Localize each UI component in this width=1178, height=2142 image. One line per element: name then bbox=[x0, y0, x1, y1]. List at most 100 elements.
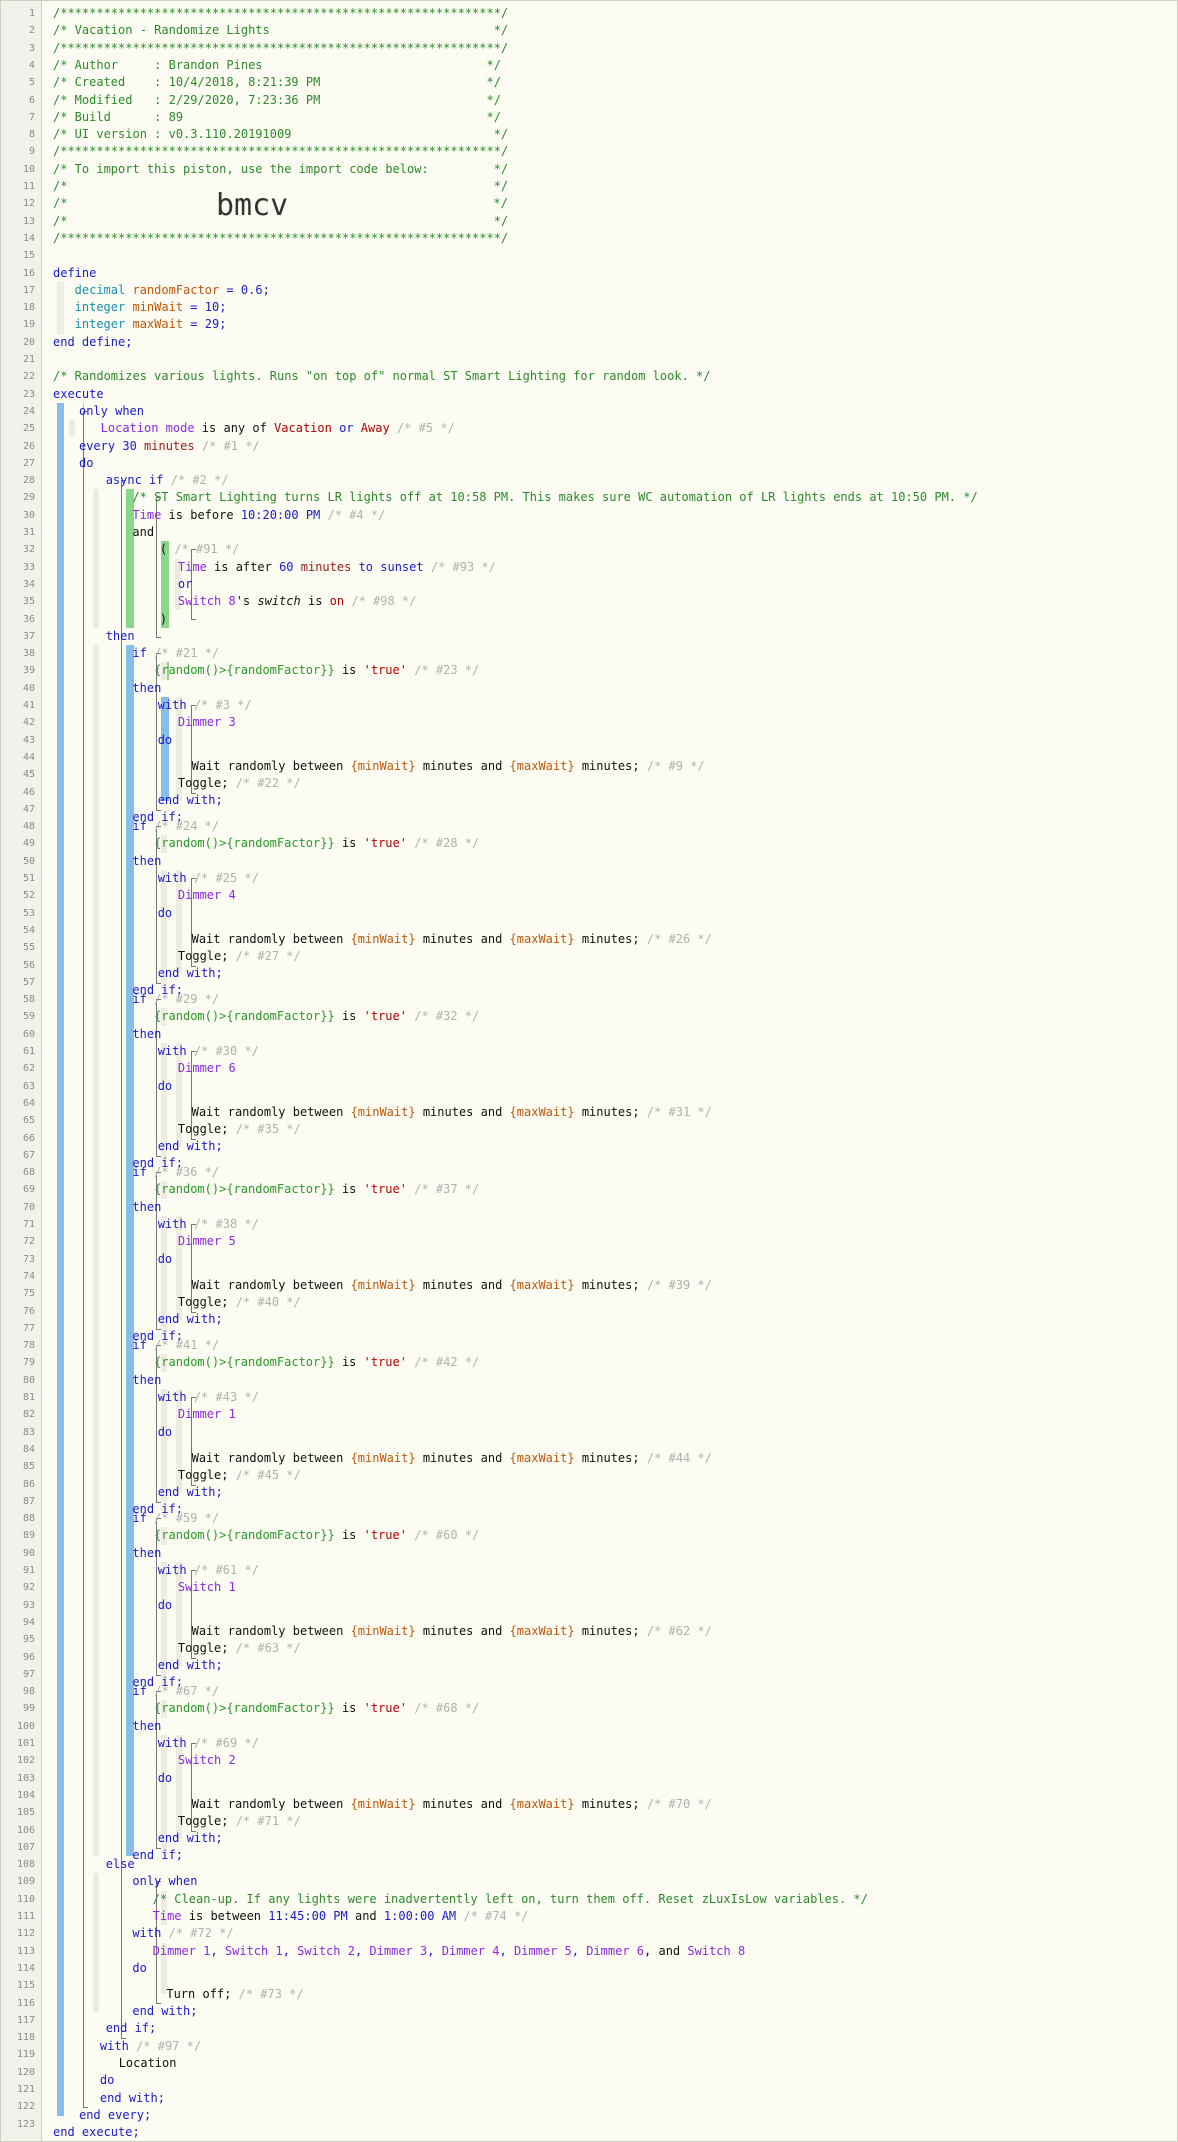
text: minutes; bbox=[581, 1450, 640, 1465]
code-line: {random()>{randomFactor}} is 'true' /* #… bbox=[154, 1008, 479, 1025]
statement-id: /* #1 */ bbox=[201, 438, 260, 453]
device-name[interactable]: Dimmer 4 bbox=[178, 888, 236, 902]
header-line: /* Created : 10/4/2018, 8:21:39 PM */ bbox=[53, 74, 501, 91]
header-line: /* To import this piston, use the import… bbox=[53, 161, 508, 178]
device-name[interactable]: Dimmer 6 bbox=[586, 1944, 644, 1958]
statement-id: /* #21 */ bbox=[154, 646, 220, 661]
else-fade-bar bbox=[93, 1873, 99, 2012]
code-line: Switch 8's switch is on /* #98 */ bbox=[178, 593, 416, 610]
do-keyword: do bbox=[157, 1078, 173, 1093]
header-border: /***************************************… bbox=[53, 40, 509, 55]
text: minutes and bbox=[422, 931, 503, 946]
header-border: /***************************************… bbox=[53, 144, 509, 159]
value-on: on bbox=[329, 594, 345, 609]
wait-action: Wait randomly between bbox=[191, 1623, 344, 1638]
equals: = bbox=[190, 300, 198, 315]
statement-id: /* #91 */ bbox=[174, 542, 240, 557]
wait-action: Wait randomly between bbox=[191, 1796, 344, 1811]
device-name[interactable]: Dimmer 5 bbox=[514, 1944, 572, 1958]
toggle-action: Toggle; bbox=[177, 1640, 229, 1655]
statement-id: /* #59 */ bbox=[154, 1511, 220, 1526]
code-line: {random()>{randomFactor}} is 'true' /* #… bbox=[154, 835, 479, 852]
statement-id: /* #35 */ bbox=[235, 1121, 301, 1136]
build-line: /* Build : 89 */ bbox=[53, 109, 501, 124]
device-name[interactable]: Dimmer 5 bbox=[178, 1234, 236, 1248]
statement-id: /* #9 */ bbox=[646, 758, 705, 773]
statement-id: /* #24 */ bbox=[154, 819, 220, 834]
statement-id: /* #41 */ bbox=[154, 1338, 220, 1353]
with-keyword: with bbox=[157, 1390, 187, 1404]
device-name[interactable]: Dimmer 3 bbox=[369, 1944, 427, 1958]
operator: is bbox=[341, 836, 357, 851]
var-type: integer bbox=[74, 300, 126, 315]
code-line: Dimmer 6 bbox=[178, 1060, 236, 1077]
code-line: {random()>{randomFactor}} is 'true' /* #… bbox=[154, 1354, 479, 1371]
attribute: switch bbox=[257, 594, 301, 609]
device-name[interactable]: Switch 2 bbox=[297, 1944, 355, 1958]
code-line: do bbox=[158, 1078, 172, 1095]
code-line: Dimmer 5 bbox=[178, 1233, 236, 1250]
do-keyword: do bbox=[157, 905, 173, 920]
code-line: ( /* #91 */ bbox=[160, 541, 240, 558]
toggle-action: Toggle; bbox=[177, 1813, 229, 1828]
device-name[interactable]: Switch 2 bbox=[178, 1753, 236, 1767]
variable-declaration: integer minWait = 10; bbox=[75, 299, 227, 316]
and: , and bbox=[644, 1943, 681, 1958]
then-keyword: then bbox=[132, 1199, 162, 1214]
if-block-1: if /* #24 */ bbox=[132, 818, 219, 835]
variable-declaration: integer maxWait = 29; bbox=[75, 316, 227, 333]
wait-action: Wait randomly between bbox=[191, 931, 344, 946]
text: minutes; bbox=[581, 1796, 640, 1811]
device-name[interactable]: Dimmer 1 bbox=[178, 1407, 236, 1421]
var-value: 29 bbox=[204, 317, 220, 332]
code-line: {random()>{randomFactor}} is 'true' /* #… bbox=[154, 1700, 479, 1717]
every-value: 30 bbox=[122, 438, 137, 453]
device-name[interactable]: Switch 1 bbox=[178, 1580, 236, 1594]
turn-off-action: Turn off; bbox=[166, 1986, 232, 2001]
if-keyword: if bbox=[132, 992, 147, 1007]
max-wait: {maxWait} bbox=[509, 1104, 575, 1119]
device-name[interactable]: Switch 1 bbox=[225, 1944, 283, 1958]
code-line: Dimmer 3 bbox=[178, 714, 236, 731]
random-expression: {random()>{randomFactor}} bbox=[154, 663, 335, 678]
wait-action: Wait randomly between bbox=[191, 758, 344, 773]
var-value: 0.6 bbox=[240, 282, 263, 297]
code-line: then bbox=[132, 1199, 161, 1216]
do-keyword: do bbox=[157, 1597, 173, 1612]
only-when: only when bbox=[78, 403, 145, 418]
device-name[interactable]: Dimmer 6 bbox=[178, 1061, 236, 1075]
text: minutes; bbox=[581, 1104, 640, 1119]
statement-id: /* #31 */ bbox=[646, 1104, 712, 1119]
execute-keyword: execute bbox=[53, 386, 104, 401]
device-name[interactable]: Dimmer 4 bbox=[442, 1944, 500, 1958]
semicolon: ; bbox=[219, 300, 227, 315]
if-block-0: if /* #21 */ bbox=[132, 645, 219, 662]
time-value: 1:00:00 AM bbox=[383, 1909, 457, 1923]
statement-id: /* #61 */ bbox=[193, 1563, 259, 1577]
header-line: /***************************************… bbox=[53, 143, 508, 160]
code-line: end with; bbox=[132, 2003, 197, 2020]
code-line: end with; bbox=[158, 1311, 223, 1328]
text: minutes and bbox=[422, 1450, 503, 1465]
every-unit: minutes bbox=[144, 438, 195, 453]
true-string: 'true' bbox=[363, 1355, 407, 1370]
if-keyword: if bbox=[132, 1338, 147, 1353]
statement-id: /* #37 */ bbox=[414, 1182, 480, 1197]
code-line: with /* #61 */ bbox=[158, 1562, 259, 1579]
possessive: 's bbox=[235, 594, 251, 609]
code-line: every 30 minutes /* #1 */ bbox=[79, 438, 260, 455]
if-block-2: if /* #29 */ bbox=[132, 991, 219, 1008]
code-line: Wait randomly between {minWait} minutes … bbox=[192, 931, 712, 948]
device-name[interactable]: Dimmer 3 bbox=[178, 715, 236, 729]
min-wait: {minWait} bbox=[350, 1796, 416, 1811]
statement-id: /* #5 */ bbox=[396, 421, 455, 436]
device-name[interactable]: Dimmer 1 bbox=[153, 1944, 211, 1958]
statement-id: /* #67 */ bbox=[154, 1684, 220, 1699]
code-line: Wait randomly between {minWait} minutes … bbox=[192, 1623, 712, 1640]
device-name[interactable]: Switch 8 bbox=[687, 1944, 745, 1958]
code-line: Time is after 60 minutes to sunset /* #9… bbox=[178, 559, 496, 576]
random-expression: {random()>{randomFactor}} bbox=[154, 1009, 335, 1024]
code-line: Turn off; /* #73 */ bbox=[166, 1986, 303, 2003]
import-code[interactable]: bmcv bbox=[216, 188, 288, 223]
end-execute: end execute; bbox=[53, 2125, 140, 2140]
